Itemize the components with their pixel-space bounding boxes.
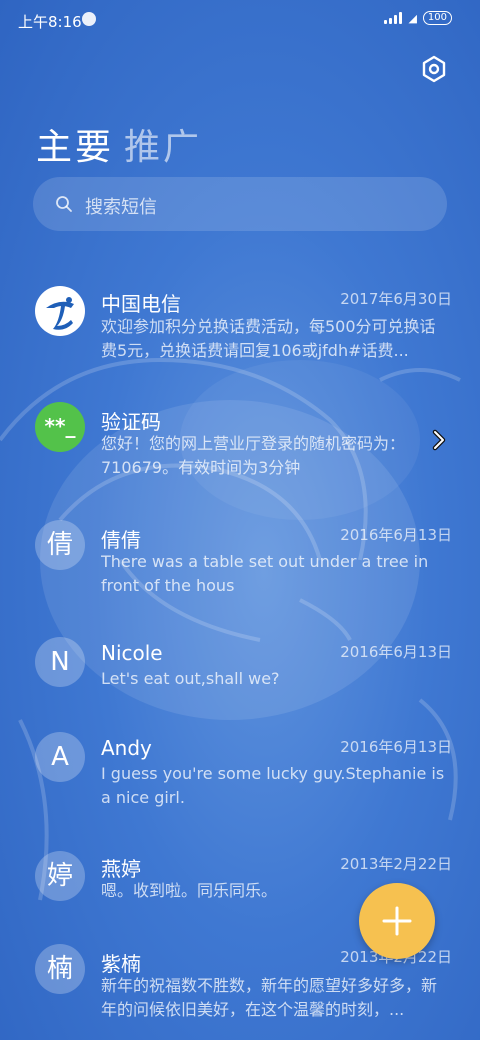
search-bar[interactable]: 搜索短信 <box>33 177 447 231</box>
message-date: 2017年6月30日 <box>340 290 452 308</box>
contact-avatar: **_ <box>35 402 85 452</box>
message-preview: 新年的祝福数不胜数，新年的愿望好多好多，新年的问候依旧美好，在这个温馨的时刻，.… <box>101 976 438 1019</box>
conversation-item[interactable]: 倩 倩倩 2016年6月13日 There was a table set ou… <box>0 520 480 600</box>
network-icon: ◢ <box>408 11 417 25</box>
message-date: 2016年6月13日 <box>340 643 452 661</box>
contact-avatar: 倩 <box>35 520 85 570</box>
contact-name: 倩倩 <box>101 528 141 552</box>
search-placeholder: 搜索短信 <box>85 197 157 218</box>
battery-indicator: 100 <box>422 11 452 25</box>
conversation-item[interactable]: 中国电信 2017年6月30日 欢迎参加积分兑换话费活动，每500分可兑换话费5… <box>0 282 480 362</box>
settings-icon[interactable] <box>420 55 448 83</box>
message-date: 2016年6月13日 <box>340 738 452 756</box>
compose-button[interactable] <box>359 883 435 959</box>
conversation-item[interactable]: **_ 验证码 您好！您的网上营业厅登录的随机密码为：710679。有效时间为3… <box>0 402 480 482</box>
message-preview: There was a table set out under a tree i… <box>101 552 429 595</box>
message-preview: 您好！您的网上营业厅登录的随机密码为：710679。有效时间为3分钟 <box>101 434 406 477</box>
message-preview: I guess you're some lucky guy.Stephanie … <box>101 764 445 807</box>
message-preview: Let's eat out,shall we? <box>101 669 280 688</box>
search-icon <box>56 196 72 212</box>
chevron-right-icon[interactable] <box>429 428 449 452</box>
tab-main[interactable]: 主要 <box>36 127 114 168</box>
conversation-item[interactable]: N Nicole 2016年6月13日 Let's eat out,shall … <box>0 637 480 697</box>
contact-avatar: 婷 <box>35 851 85 901</box>
contact-avatar: 楠 <box>35 944 85 994</box>
status-indicators: ◢ 100 <box>384 11 452 25</box>
contact-name: 验证码 <box>101 410 161 434</box>
telecom-logo-icon <box>37 288 83 334</box>
message-preview: 欢迎参加积分兑换话费活动，每500分可兑换话费5元，兑换话费请回复106或jfd… <box>101 317 436 360</box>
status-bar: 上午8:16 ◢ 100 <box>0 0 480 40</box>
message-date: 2016年6月13日 <box>340 526 452 544</box>
contact-name: Andy <box>101 736 152 760</box>
contact-name: 紫楠 <box>101 952 141 976</box>
contact-name: 燕婷 <box>101 857 141 881</box>
contact-name: Nicole <box>101 641 163 665</box>
tab-bar: 主要 推广 <box>36 118 202 170</box>
plus-icon <box>382 906 412 936</box>
do-not-disturb-icon <box>82 12 96 26</box>
contact-avatar: A <box>35 732 85 782</box>
message-date: 2013年2月22日 <box>340 855 452 873</box>
signal-icon <box>384 12 403 24</box>
china-telecom-logo-icon <box>35 286 85 336</box>
conversation-item[interactable]: A Andy 2016年6月13日 I guess you're some lu… <box>0 732 480 812</box>
contact-avatar: N <box>35 637 85 687</box>
contact-name: 中国电信 <box>101 292 181 316</box>
tab-promotions[interactable]: 推广 <box>124 127 202 168</box>
status-time: 上午8:16 <box>18 13 82 31</box>
